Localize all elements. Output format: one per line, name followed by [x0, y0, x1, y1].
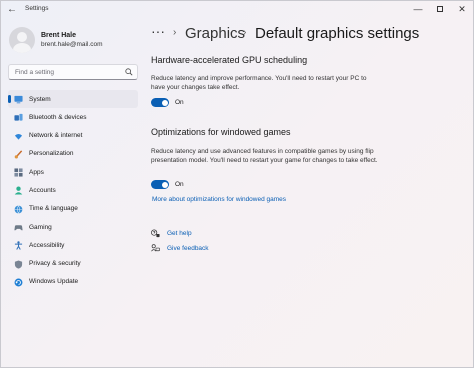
- gpu-scheduling-toggle[interactable]: [151, 98, 169, 107]
- title-bar: ← Settings — ✕: [1, 1, 473, 19]
- windowed-games-description: Reduce latency and use advanced features…: [151, 148, 378, 165]
- wifi-icon: [14, 133, 23, 140]
- minimize-button[interactable]: —: [410, 2, 426, 16]
- breadcrumb-chevron-icon: ›: [173, 27, 177, 38]
- sidebar-item-label: Gaming: [29, 223, 52, 231]
- settings-window: ← Settings — ✕ Brent Hale brent.hale@mai…: [0, 0, 474, 368]
- avatar[interactable]: [9, 27, 35, 53]
- maximize-button[interactable]: [432, 2, 448, 16]
- search-input[interactable]: Find a setting: [8, 64, 138, 80]
- search-placeholder: Find a setting: [15, 69, 55, 76]
- sidebar-item-label: Network & internet: [29, 132, 83, 140]
- more-about-optimizations-link[interactable]: More about optimizations for windowed ga…: [152, 196, 286, 203]
- sidebar-item-personalization[interactable]: Personalization: [8, 145, 138, 163]
- sidebar-nav: System Bluetooth & devices Network & int…: [8, 90, 138, 291]
- globe-icon: [14, 205, 23, 214]
- bluetooth-icon: [14, 114, 23, 121]
- sidebar-item-system[interactable]: System: [8, 90, 138, 109]
- windowed-games-toggle-state: On: [175, 181, 184, 188]
- maximize-icon: [437, 6, 443, 12]
- get-help-icon: [151, 229, 160, 238]
- close-button[interactable]: ✕: [454, 2, 470, 16]
- give-feedback-link[interactable]: Give feedback: [167, 245, 209, 252]
- sidebar-item-network[interactable]: Network & internet: [8, 127, 138, 145]
- page-title: Default graphics settings: [255, 25, 420, 42]
- apps-icon: [14, 168, 23, 177]
- sidebar-item-privacy-security[interactable]: Privacy & security: [8, 255, 138, 273]
- gpu-scheduling-title: Hardware-accelerated GPU scheduling: [151, 55, 308, 65]
- gpu-scheduling-toggle-state: On: [175, 99, 184, 106]
- gaming-icon: [14, 225, 23, 231]
- search-icon: [125, 68, 133, 76]
- windowed-games-title: Optimizations for windowed games: [151, 127, 291, 137]
- breadcrumb-chevron-icon: ›: [243, 27, 247, 38]
- user-name: Brent Hale: [41, 32, 77, 39]
- sidebar-item-label: Privacy & security: [29, 260, 81, 268]
- sidebar-item-windows-update[interactable]: Windows Update: [8, 273, 138, 291]
- sidebar-item-label: Accessibility: [29, 241, 65, 249]
- sidebar-item-label: Apps: [29, 168, 44, 176]
- user-email: brent.hale@mail.com: [41, 41, 103, 48]
- sidebar-item-label: Time & language: [29, 205, 78, 213]
- get-help-link[interactable]: Get help: [167, 230, 192, 237]
- back-arrow-icon[interactable]: ←: [7, 4, 17, 16]
- sidebar-item-gaming[interactable]: Gaming: [8, 218, 138, 236]
- sidebar-item-label: System: [29, 95, 51, 103]
- sidebar-item-accounts[interactable]: Accounts: [8, 181, 138, 199]
- give-feedback-icon: [151, 244, 160, 252]
- app-title: Settings: [25, 5, 49, 12]
- sidebar-item-apps[interactable]: Apps: [8, 163, 138, 181]
- sidebar-item-label: Accounts: [29, 186, 56, 194]
- sidebar-item-label: Personalization: [29, 150, 74, 158]
- shield-icon: [14, 260, 23, 269]
- sidebar-item-time-language[interactable]: Time & language: [8, 200, 138, 218]
- breadcrumb-graphics-link[interactable]: Graphics: [185, 25, 245, 42]
- sidebar-item-label: Windows Update: [29, 278, 79, 286]
- sidebar-item-bluetooth[interactable]: Bluetooth & devices: [8, 108, 138, 126]
- update-icon: [14, 278, 23, 287]
- gpu-scheduling-description: Reduce latency and improve performance. …: [151, 75, 367, 92]
- accessibility-icon: [14, 241, 23, 251]
- brush-icon: [14, 150, 23, 159]
- breadcrumb-overflow-button[interactable]: ···: [151, 23, 165, 39]
- system-icon: [14, 95, 23, 104]
- windowed-games-toggle[interactable]: [151, 180, 169, 189]
- accounts-icon: [14, 187, 23, 196]
- sidebar-item-accessibility[interactable]: Accessibility: [8, 236, 138, 254]
- sidebar-item-label: Bluetooth & devices: [29, 113, 87, 121]
